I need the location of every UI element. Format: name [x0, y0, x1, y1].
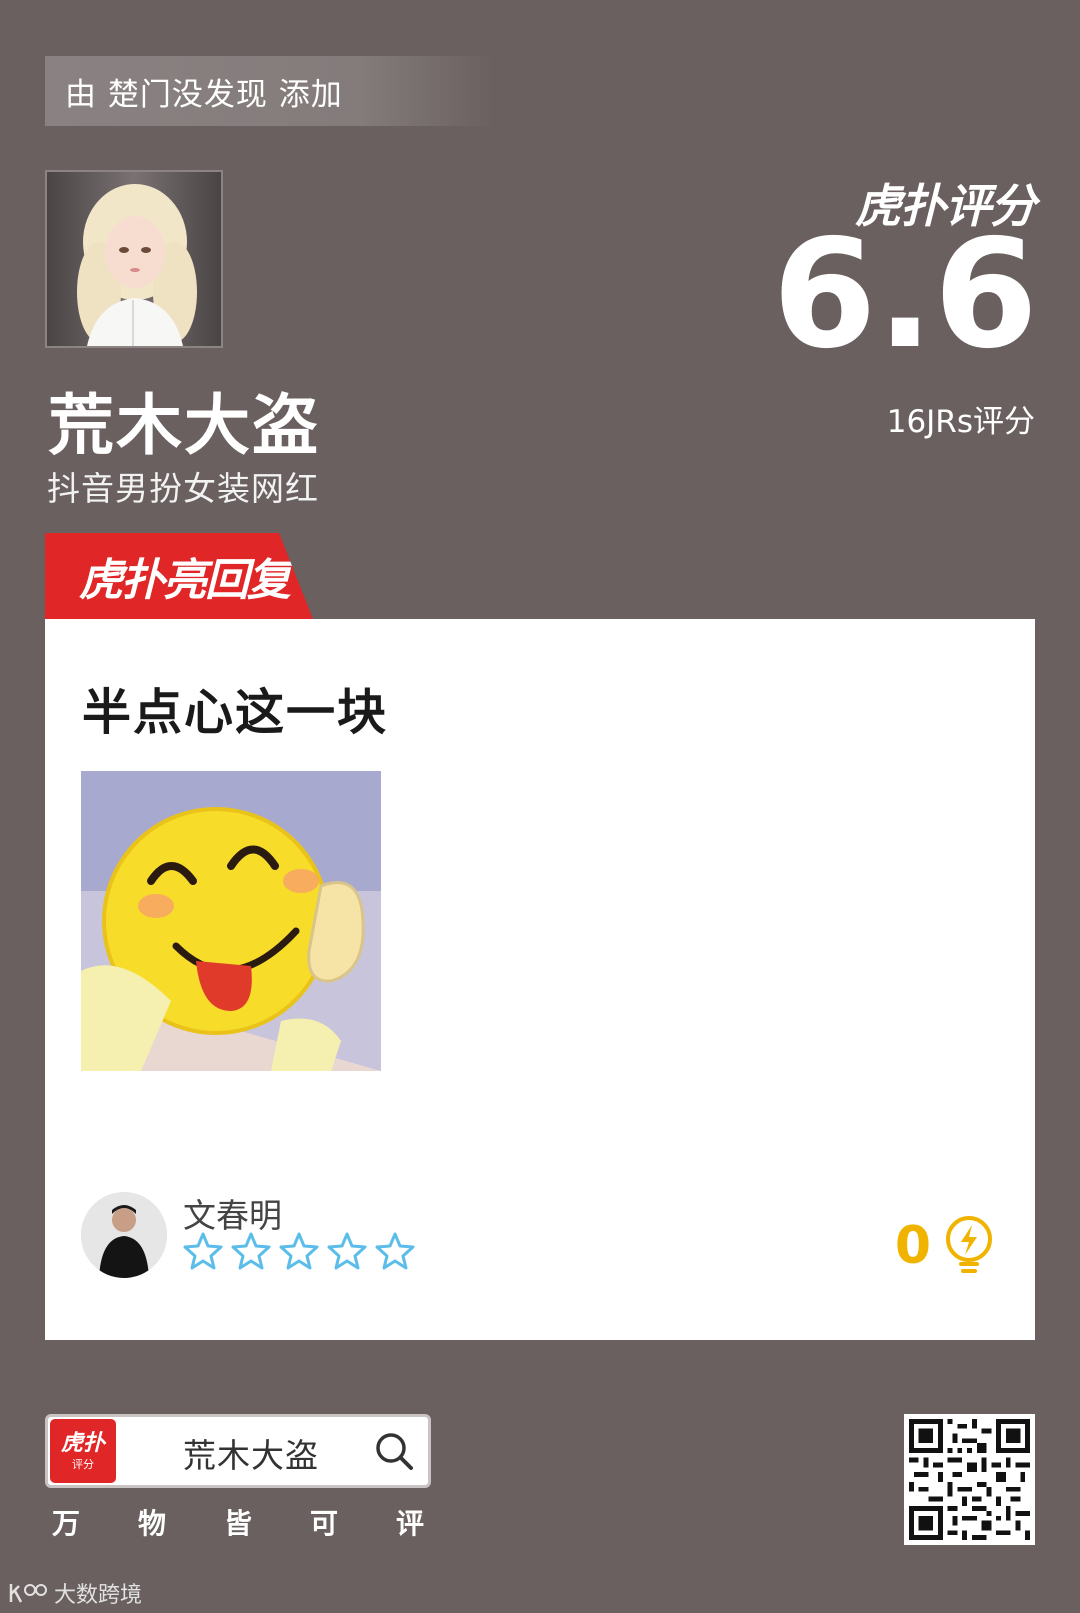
slogan-char: 皆 [223, 1507, 252, 1540]
watermark: 大数跨境 [8, 1577, 142, 1609]
slogan-char: 评 [395, 1507, 424, 1540]
slogan: 万 物 皆 可 评 [52, 1502, 424, 1542]
score-count: 16JRs评分 [886, 404, 1035, 440]
logo-main-text: 虎扑 [60, 1430, 105, 1456]
highlight-reply-label: 虎扑亮回复 [79, 555, 291, 606]
replier-avatar[interactable] [81, 1192, 167, 1278]
watermark-text: 大数跨境 [54, 1583, 143, 1608]
subject-name: 荒木大盗 [48, 387, 320, 464]
lightbulb-icon[interactable] [943, 1215, 995, 1277]
subject-avatar[interactable] [45, 170, 223, 348]
replier-name[interactable]: 文春明 [183, 1189, 282, 1237]
added-by-bar: 由 楚门没发现 添加 [45, 56, 495, 126]
qr-code-image [909, 1419, 1030, 1540]
rating-stars [183, 1232, 415, 1270]
laughing-emoji-sticker [81, 771, 381, 1071]
hupu-rating-logo: 虎扑 评分 [50, 1419, 116, 1483]
slogan-char: 万 [52, 1507, 81, 1540]
slogan-char: 物 [137, 1507, 166, 1540]
subject-description: 抖音男扮女装网红 [47, 469, 319, 508]
like-count: 0 [894, 1216, 931, 1276]
search-bar[interactable]: 虎扑 评分 荒木大盗 [45, 1414, 431, 1488]
star-icon [375, 1232, 415, 1270]
star-icon [231, 1232, 271, 1270]
star-icon [327, 1232, 367, 1270]
qr-code[interactable] [904, 1414, 1035, 1545]
star-icon [183, 1232, 223, 1270]
added-by-text: 由 楚门没发现 添加 [65, 76, 343, 113]
score-value: 6.6 [772, 208, 1038, 382]
like-counter[interactable]: 0 [895, 1215, 995, 1277]
slogan-char: 可 [309, 1507, 338, 1540]
search-icon[interactable] [374, 1431, 414, 1471]
comment-sticker-image[interactable] [81, 771, 381, 1071]
search-query[interactable]: 荒木大盗 [183, 1429, 319, 1477]
logo-sub-text: 评分 [72, 1457, 94, 1471]
star-icon [279, 1232, 319, 1270]
comment-text: 半点心这一块 [82, 684, 389, 741]
watermark-logo-icon [9, 1584, 47, 1603]
subject-avatar-image [47, 172, 221, 346]
replier-avatar-image [81, 1192, 167, 1278]
highlight-reply-card[interactable]: 半点心这一块 文春明 0 [45, 619, 1035, 1340]
highlight-reply-tab: 虎扑亮回复 [45, 533, 313, 619]
